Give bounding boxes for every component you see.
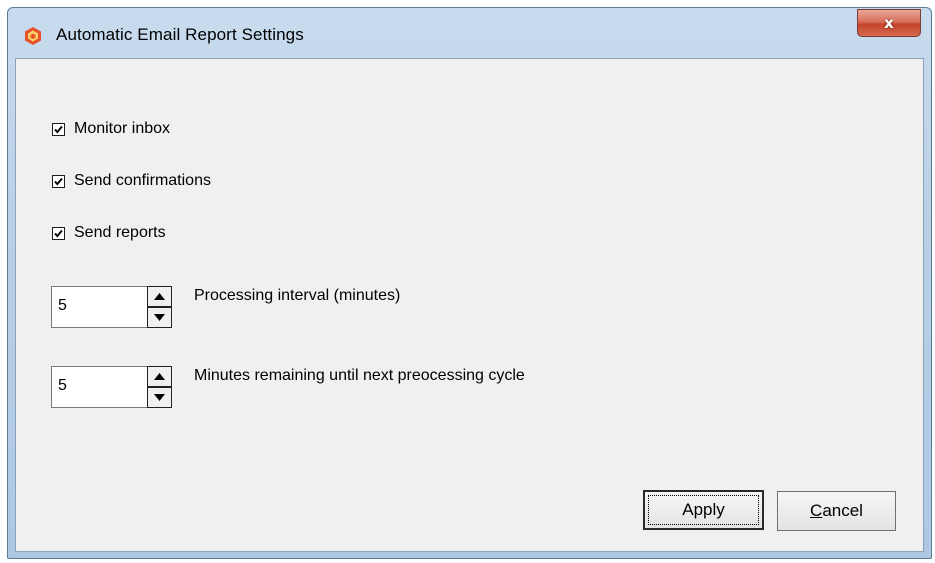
processing-interval-value[interactable]: 5 <box>58 297 67 315</box>
cancel-button-label: Cancel <box>810 501 863 521</box>
minutes-remaining-value[interactable]: 5 <box>58 377 67 395</box>
monitor-inbox-checkbox[interactable] <box>52 122 65 136</box>
close-button[interactable]: x <box>857 9 921 37</box>
dialog-window: Automatic Email Report Settings x Monito… <box>7 7 932 559</box>
focus-rectangle <box>648 495 759 525</box>
spin-down-arrow-icon[interactable] <box>147 307 172 328</box>
cancel-accelerator-letter: C <box>810 501 823 520</box>
processing-interval-spinner[interactable]: 5 <box>51 286 172 328</box>
checkmark-icon <box>54 229 63 238</box>
processing-interval-arrows <box>147 286 172 328</box>
monitor-inbox-checkbox-row[interactable]: Monitor inbox <box>52 120 170 138</box>
cancel-label-rest: ancel <box>822 501 863 520</box>
send-reports-label: Send reports <box>74 224 166 241</box>
minutes-remaining-spinner[interactable]: 5 <box>51 366 172 408</box>
apply-button[interactable]: Apply <box>643 490 764 530</box>
send-confirmations-checkbox[interactable] <box>52 174 65 188</box>
send-confirmations-checkbox-row[interactable]: Send confirmations <box>52 172 211 190</box>
app-logo-icon <box>23 26 43 46</box>
close-icon: x <box>884 14 894 32</box>
checkmark-icon <box>54 125 63 134</box>
send-reports-checkbox[interactable] <box>52 226 65 240</box>
spin-up-arrow-icon[interactable] <box>147 286 172 307</box>
monitor-inbox-label: Monitor inbox <box>74 120 171 137</box>
dialog-body: Monitor inbox Send confirmations Send re… <box>15 58 924 552</box>
checkmark-icon <box>54 177 63 186</box>
processing-interval-label: Processing interval (minutes) <box>194 287 401 304</box>
send-reports-checkbox-row[interactable]: Send reports <box>52 224 166 242</box>
title-bar[interactable]: Automatic Email Report Settings x <box>8 8 931 58</box>
spin-up-arrow-icon[interactable] <box>147 366 172 387</box>
minutes-remaining-arrows <box>147 366 172 408</box>
send-confirmations-label: Send confirmations <box>74 172 211 189</box>
cancel-button[interactable]: Cancel <box>777 491 896 531</box>
window-title: Automatic Email Report Settings <box>56 25 304 44</box>
spin-down-arrow-icon[interactable] <box>147 387 172 408</box>
minutes-remaining-label: Minutes remaining until next preocessing… <box>194 367 525 384</box>
